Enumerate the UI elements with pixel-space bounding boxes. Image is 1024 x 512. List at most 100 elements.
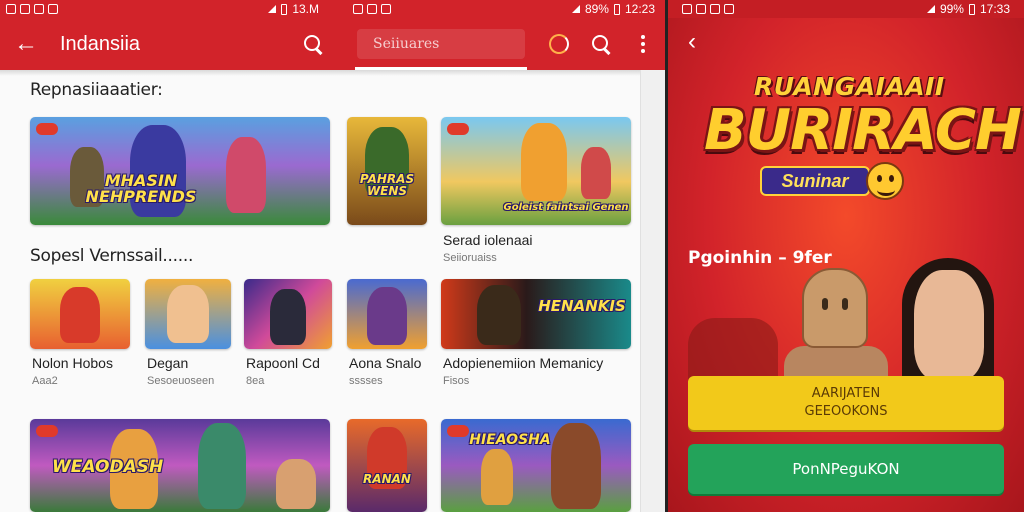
card-badge: [447, 425, 469, 437]
primary-action-button[interactable]: AARIJATEN GEEOOKONS: [688, 376, 1004, 430]
promo-logo-sub: Suninar: [760, 166, 870, 196]
game-card-art-text: HENANKIS: [538, 297, 626, 315]
game-title[interactable]: Degan: [147, 355, 188, 371]
clock: 13.M: [292, 2, 319, 16]
primary-action-label-line2: GEEOOKONS: [804, 404, 888, 419]
notification-icon: [381, 4, 391, 14]
game-card-art-text: HIEAOSHA: [469, 432, 551, 448]
search-icon: [592, 35, 610, 53]
character-art: [367, 287, 407, 345]
clock: 17:33: [979, 2, 1010, 16]
status-bar-left: 13.M: [0, 0, 345, 18]
notification-icon: [34, 4, 44, 14]
search-tab[interactable]: Seiiuares: [355, 18, 527, 70]
game-subtitle: Seiioruaiss: [443, 252, 497, 264]
game-card[interactable]: [347, 279, 427, 349]
search-button[interactable]: [587, 30, 615, 58]
notification-icons: [682, 4, 734, 14]
character-art: [198, 423, 246, 509]
system-tray: 89% 12:23: [571, 2, 655, 16]
game-card[interactable]: [244, 279, 332, 349]
section-title: Repnasiiaaatier:: [30, 80, 163, 100]
search-button[interactable]: [299, 30, 327, 58]
character-art: [226, 137, 266, 213]
promo-logo-top: RUANGAIAAII: [754, 72, 945, 101]
primary-action-label-line1: AARIJATEN: [811, 386, 881, 402]
clock: 12:23: [624, 2, 655, 16]
notification-icon: [710, 4, 720, 14]
search-icon: [304, 35, 322, 53]
secondary-action-label: PonNPeguKON: [792, 460, 900, 478]
game-card-art-text: PAHRAS WENS: [359, 172, 415, 198]
character-art: [60, 287, 100, 343]
notification-icons: [6, 4, 58, 14]
game-subtitle: 8ea: [246, 375, 265, 387]
character-art: [477, 285, 521, 345]
character-art: [914, 270, 984, 380]
notification-icon: [724, 4, 734, 14]
game-card[interactable]: RANAN: [347, 419, 427, 512]
battery-level: 99%: [939, 2, 964, 16]
character-art: [167, 285, 209, 343]
game-title[interactable]: Rapoonl Cd: [246, 355, 320, 371]
refresh-button[interactable]: [545, 30, 573, 58]
notification-icons: [353, 4, 391, 14]
character-art: [481, 449, 513, 505]
status-bar-middle: 89% 12:23: [345, 0, 665, 18]
notification-icon: [367, 4, 377, 14]
game-card[interactable]: HENANKIS: [441, 279, 631, 349]
game-card-art-text: Goleist faintsai Genen: [503, 202, 629, 213]
card-badge: [36, 123, 58, 135]
game-title[interactable]: Serad iolenaai: [443, 232, 533, 248]
notification-icon: [696, 4, 706, 14]
game-card[interactable]: [30, 279, 130, 349]
game-card[interactable]: PAHRAS WENS: [347, 117, 427, 225]
notification-icon: [353, 4, 363, 14]
game-title[interactable]: Aona Snalo: [349, 355, 421, 371]
notification-icon: [48, 4, 58, 14]
wifi-icon: [571, 5, 580, 13]
overflow-menu-button[interactable]: [629, 30, 657, 58]
scrollbar[interactable]: [640, 70, 665, 512]
game-subtitle: Aaa2: [32, 375, 58, 387]
game-title[interactable]: Adopienemiion Memanicy: [443, 355, 603, 371]
game-title[interactable]: Nolon Hobos: [32, 355, 113, 371]
back-arrow-icon[interactable]: ←: [14, 30, 44, 58]
game-card-art-text: WEAODASH: [52, 457, 164, 477]
game-card[interactable]: WEAODASH: [30, 419, 330, 512]
system-tray: 99% 17:33: [926, 2, 1010, 16]
page-title: Indansiia: [60, 32, 141, 55]
notification-icon: [6, 4, 16, 14]
store-content[interactable]: Repnasiiaaatier: MHASIN NEHPRENDS PAHRAS…: [0, 70, 665, 512]
section-title: Sopesl Vernssail......: [30, 246, 194, 266]
game-card[interactable]: [145, 279, 231, 349]
loading-icon: [549, 34, 569, 54]
signal-icon: [268, 5, 277, 13]
notification-icon: [682, 4, 692, 14]
secondary-action-button[interactable]: PonNPeguKON: [688, 444, 1004, 494]
battery-level: 89%: [584, 2, 609, 16]
game-card[interactable]: Goleist faintsai Genen: [441, 117, 631, 225]
character-art: [521, 123, 567, 201]
character-art: [270, 289, 306, 345]
character-art: [581, 147, 611, 199]
battery-icon: [281, 3, 288, 15]
game-card[interactable]: MHASIN NEHPRENDS: [30, 117, 330, 225]
card-badge: [447, 123, 469, 135]
character-art: [276, 459, 316, 509]
status-bar-right: 99% 17:33: [668, 0, 1024, 18]
search-input[interactable]: Seiiuares: [357, 29, 525, 59]
game-card-art-text: MHASIN NEHPRENDS: [85, 171, 197, 206]
game-card-art-text: RANAN: [363, 472, 411, 486]
character-art: [802, 268, 868, 348]
search-bar: Seiiuares: [345, 18, 665, 70]
game-subtitle: Sesoeuoseen: [147, 375, 215, 387]
game-card[interactable]: HIEAOSHA: [441, 419, 631, 512]
smiley-icon: [866, 162, 904, 200]
back-arrow-icon[interactable]: ‹: [688, 28, 696, 56]
more-vert-icon: [641, 35, 645, 53]
promo-panel: ‹ RUANGAIAAII BURIRACH Suninar Pgoinhin …: [668, 18, 1024, 512]
promo-heading: Pgoinhin – 9fer: [688, 248, 832, 268]
wifi-icon: [926, 5, 935, 13]
screen: 13.M 89% 12:23 ← Indansiia Seiiuares Rep…: [0, 0, 1024, 512]
